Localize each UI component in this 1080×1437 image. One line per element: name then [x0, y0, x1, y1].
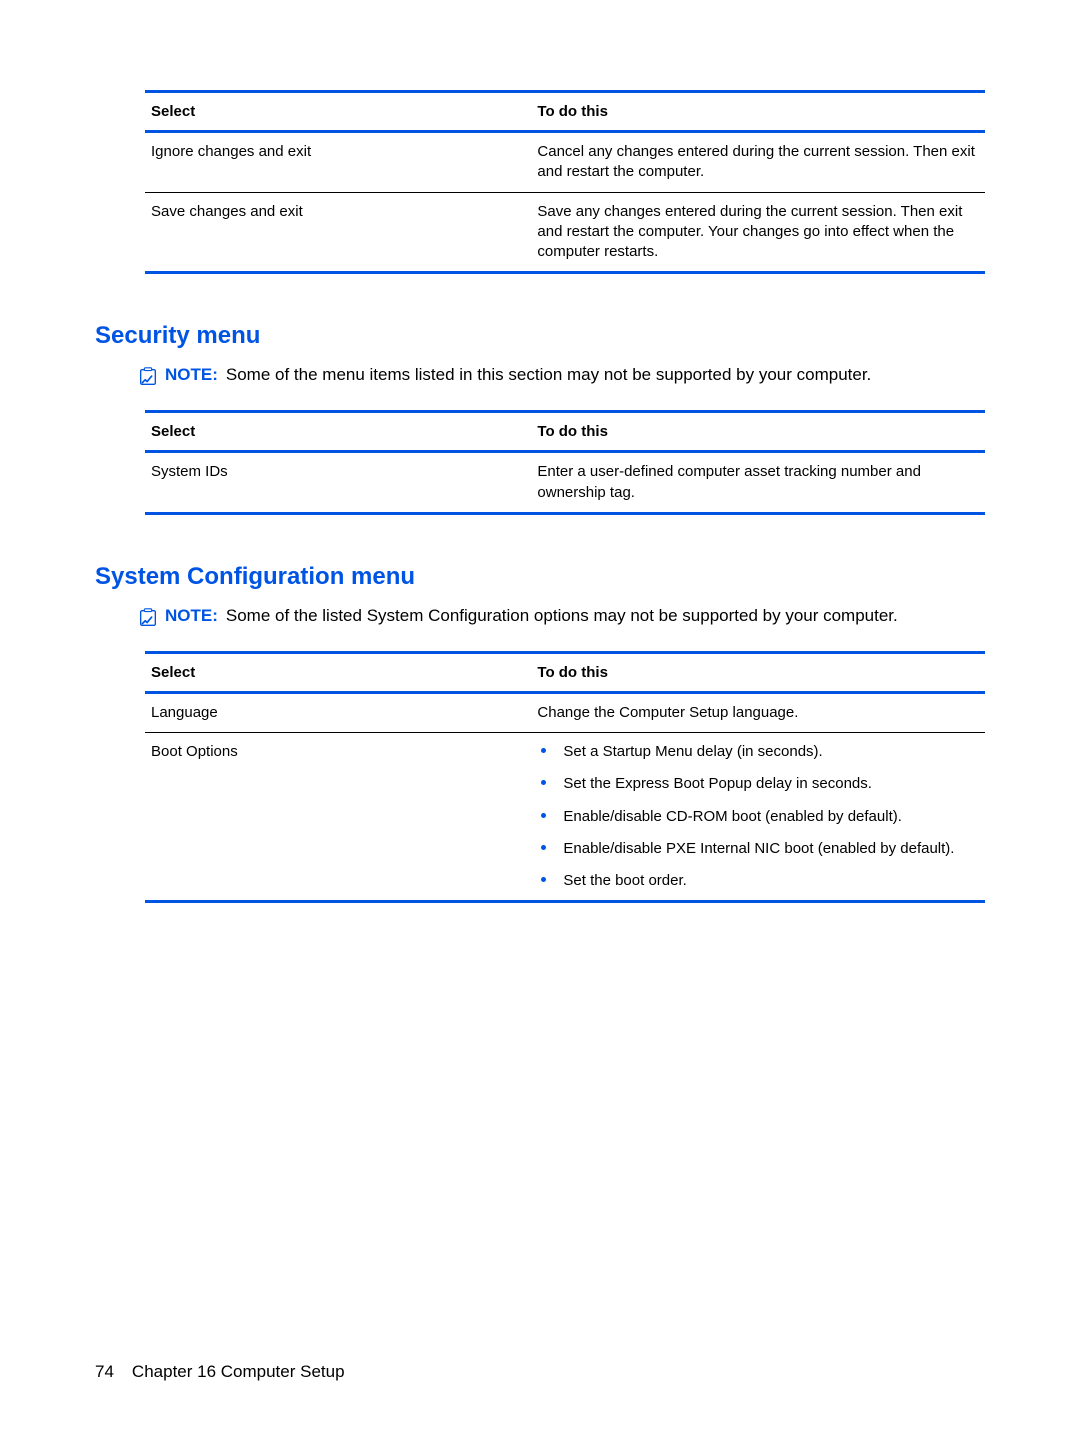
- sysconfig-header-select: Select: [145, 652, 531, 692]
- security-table: Select To do this System IDs Enter a use…: [145, 410, 985, 515]
- cell-select: Boot Options: [145, 733, 531, 902]
- top-table: Select To do this Ignore changes and exi…: [145, 90, 985, 274]
- cell-todo: Cancel any changes entered during the cu…: [531, 132, 985, 193]
- note-sysconfig: NOTE: Some of the listed System Configura…: [137, 605, 985, 629]
- table-row: Save changes and exit Save any changes e…: [145, 192, 985, 273]
- page-number: 74: [95, 1362, 114, 1382]
- list-item: Enable/disable PXE Internal NIC boot (en…: [537, 839, 979, 859]
- boot-options-list: Set a Startup Menu delay (in seconds). S…: [537, 742, 979, 891]
- cell-select: Ignore changes and exit: [145, 132, 531, 193]
- table-row: Boot Options Set a Startup Menu delay (i…: [145, 733, 985, 902]
- note-text: NOTE: Some of the listed System Configura…: [165, 605, 985, 628]
- cell-select: Save changes and exit: [145, 192, 531, 273]
- note-label: NOTE:: [165, 606, 218, 625]
- cell-select: Language: [145, 692, 531, 732]
- top-table-block: Select To do this Ignore changes and exi…: [145, 90, 985, 274]
- top-header-todo: To do this: [531, 92, 985, 132]
- table-row: Language Change the Computer Setup langu…: [145, 692, 985, 732]
- security-header-todo: To do this: [531, 412, 985, 452]
- cell-todo: Save any changes entered during the curr…: [531, 192, 985, 273]
- page-content: Select To do this Ignore changes and exi…: [0, 0, 1080, 903]
- note-icon: [137, 607, 159, 629]
- heading-sysconfig: System Configuration menu: [95, 563, 985, 591]
- cell-todo: Set a Startup Menu delay (in seconds). S…: [531, 733, 985, 902]
- sysconfig-table-block: Select To do this Language Change the Co…: [145, 651, 985, 904]
- note-text: NOTE: Some of the menu items listed in th…: [165, 364, 985, 387]
- security-table-block: Select To do this System IDs Enter a use…: [145, 410, 985, 515]
- list-item: Set a Startup Menu delay (in seconds).: [537, 742, 979, 762]
- sysconfig-table: Select To do this Language Change the Co…: [145, 651, 985, 904]
- page-footer: 74 Chapter 16 Computer Setup: [95, 1362, 985, 1382]
- table-row: Ignore changes and exit Cancel any chang…: [145, 132, 985, 193]
- note-body: Some of the listed System Configuration …: [226, 606, 898, 625]
- security-header-select: Select: [145, 412, 531, 452]
- cell-select: System IDs: [145, 452, 531, 514]
- note-security: NOTE: Some of the menu items listed in th…: [137, 364, 985, 388]
- cell-todo: Enter a user-defined computer asset trac…: [531, 452, 985, 514]
- table-row: System IDs Enter a user-defined computer…: [145, 452, 985, 514]
- sysconfig-header-todo: To do this: [531, 652, 985, 692]
- note-label: NOTE:: [165, 365, 218, 384]
- list-item: Set the boot order.: [537, 871, 979, 891]
- list-item: Set the Express Boot Popup delay in seco…: [537, 774, 979, 794]
- top-header-select: Select: [145, 92, 531, 132]
- heading-security: Security menu: [95, 322, 985, 350]
- note-body: Some of the menu items listed in this se…: [226, 365, 871, 384]
- list-item: Enable/disable CD-ROM boot (enabled by d…: [537, 807, 979, 827]
- chapter-label: Chapter 16 Computer Setup: [132, 1362, 345, 1381]
- note-icon: [137, 366, 159, 388]
- cell-todo: Change the Computer Setup language.: [531, 692, 985, 732]
